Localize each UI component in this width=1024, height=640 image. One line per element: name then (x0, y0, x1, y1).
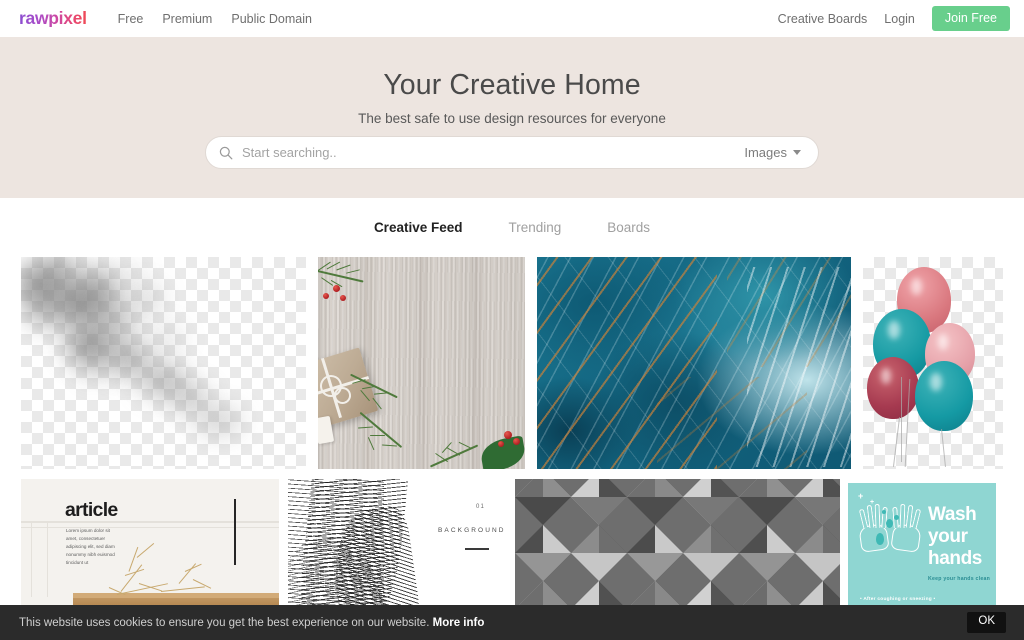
primary-nav-links: Free Premium Public Domain (118, 12, 312, 26)
feed-item-christmas-wood-flatlay[interactable] (318, 257, 525, 469)
balloon-teal-front (915, 361, 973, 431)
page-title: Your Creative Home (383, 69, 641, 101)
wash-title-line1: Wash (928, 504, 977, 525)
tab-trending[interactable]: Trending (508, 220, 561, 235)
holly-berry (504, 431, 512, 439)
tab-boards[interactable]: Boards (607, 220, 650, 235)
search-bar[interactable]: Images (205, 136, 819, 169)
rawpixel-logo[interactable]: rawpixel (19, 9, 87, 28)
wash-title-line3: hands (928, 548, 982, 569)
wash-bullet-1: • After coughing or sneezing • (860, 597, 936, 602)
nav-link-login[interactable]: Login (884, 12, 915, 26)
holly-berry (340, 295, 346, 301)
abstract-number-label: 01 (476, 504, 486, 510)
pine-sprig-bottom-center (428, 433, 486, 469)
nav-link-free[interactable]: Free (118, 12, 144, 26)
feed-row-1 (0, 257, 1024, 469)
secondary-nav-links: Creative Boards Login Join Free (778, 0, 1010, 37)
cookie-message-text: This website uses cookies to ensure you … (19, 616, 433, 629)
abstract-background-label: BACKGROUND (438, 527, 506, 534)
more-info-link[interactable]: More info (433, 617, 485, 629)
feed-item-teal-marble-texture[interactable] (537, 257, 851, 469)
cookie-message: This website uses cookies to ensure you … (19, 617, 484, 629)
wash-title-line2: your (928, 526, 968, 547)
holly-berry (323, 293, 329, 299)
feed-item-party-balloons-png[interactable] (863, 257, 1003, 469)
search-type-label: Images (744, 145, 787, 160)
join-free-button[interactable]: Join Free (931, 5, 1010, 32)
article-heading: article (65, 499, 118, 521)
chevron-down-icon (793, 150, 801, 155)
page-root: rawpixel Free Premium Public Domain Crea… (0, 0, 1024, 640)
marble-texture-artwork (537, 257, 851, 469)
feed-item-smoke-shadow-overlay-png[interactable] (21, 257, 306, 469)
cookie-consent-bar: This website uses cookies to ensure you … (0, 605, 1024, 640)
article-body-text: Lorem ipsum dolor sit amet, consectetuer… (66, 528, 115, 565)
nav-link-premium[interactable]: Premium (162, 12, 212, 26)
tab-creative-feed[interactable]: Creative Feed (374, 220, 463, 235)
wash-subtitle: Keep your hands clean (928, 576, 991, 582)
pine-sprig-middle (348, 373, 408, 417)
hero-section: Your Creative Home The best safe to use … (0, 37, 1024, 198)
holly-berry (498, 441, 504, 447)
nav-link-creative-boards[interactable]: Creative Boards (778, 12, 868, 26)
page-subtitle: The best safe to use design resources fo… (358, 111, 666, 127)
balloon-maroon (867, 357, 919, 419)
top-navigation-bar: rawpixel Free Premium Public Domain Crea… (0, 0, 1024, 37)
smoke-shadow-artwork (21, 257, 306, 469)
feed-tabs: Creative Feed Trending Boards (0, 198, 1024, 256)
holly-berry (333, 285, 340, 292)
search-type-dropdown[interactable]: Images (744, 145, 801, 160)
search-icon (219, 146, 233, 160)
search-input[interactable] (242, 145, 745, 160)
balloons-artwork (863, 257, 1003, 469)
nav-link-public-domain[interactable]: Public Domain (231, 12, 312, 26)
holly-berry (513, 438, 520, 445)
cookie-ok-button[interactable]: OK (967, 612, 1006, 633)
pine-sprig-bottom-left (354, 411, 416, 469)
pine-sprig-top-left (318, 261, 376, 295)
